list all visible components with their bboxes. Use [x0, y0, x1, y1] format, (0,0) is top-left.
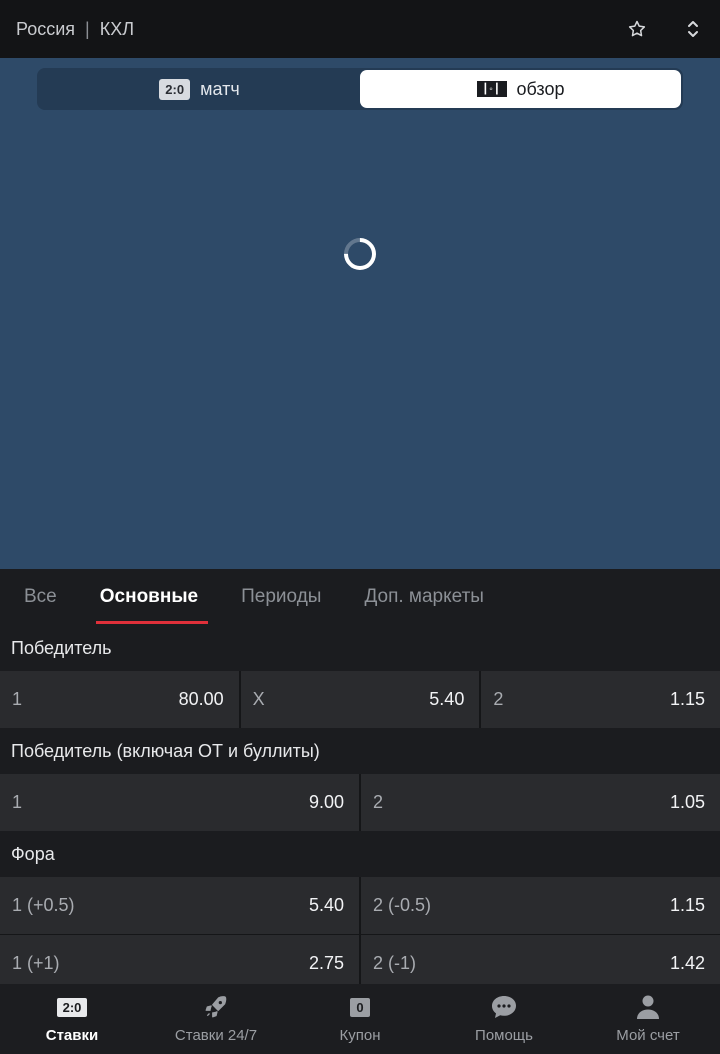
odd-button[interactable]: 1 (+0.5) 5.40 — [0, 877, 359, 934]
star-icon[interactable] — [626, 18, 648, 40]
loading-spinner-icon — [337, 231, 383, 277]
odd-value: 80.00 — [178, 689, 224, 709]
breadcrumb: Россия | КХЛ — [16, 19, 134, 40]
market-title: Победитель (включая ОТ и буллиты) — [0, 728, 720, 774]
odd-button[interactable]: 2 1.15 — [481, 671, 720, 728]
odd-label: 1 — [12, 689, 23, 709]
odd-value: 5.40 — [429, 689, 465, 709]
tab-main[interactable]: Основные — [95, 569, 209, 625]
odds-row: 1 80.00 X 5.40 2 1.15 — [0, 671, 720, 728]
nav-bets-chip: 2:0 — [56, 997, 88, 1017]
markets-list: Победитель 1 80.00 X 5.40 2 1.15 Победит… — [0, 625, 720, 992]
breadcrumb-separator: | — [85, 18, 90, 39]
bottom-navigation: 2:0 Ставки Ставки 24/7 0 Купон Помощь Мо… — [0, 984, 720, 1054]
odd-label: 1 — [12, 792, 23, 812]
score-chip: 2:0 — [159, 78, 191, 100]
market-tabs: Все Основные Периоды Доп. маркеты — [0, 569, 720, 625]
nav-label: Ставки — [45, 1027, 99, 1044]
top-bar: Россия | КХЛ — [0, 0, 720, 58]
nav-label: Мой счет — [616, 1027, 680, 1044]
odd-button[interactable]: 2 1.05 — [361, 774, 720, 831]
match-stage: 2:0 матч ┃◦┃ обзор — [0, 58, 720, 569]
nav-coupon[interactable]: 0 Купон — [288, 984, 432, 1054]
chat-bubble-icon — [490, 994, 518, 1020]
tab-match-label: матч — [200, 78, 240, 99]
odd-button[interactable]: X 5.40 — [240, 671, 480, 728]
odd-value: 1.15 — [669, 895, 705, 915]
tab-all[interactable]: Все — [24, 569, 57, 625]
odd-label: 2 — [493, 689, 504, 709]
odd-label: X — [252, 689, 265, 709]
nav-bets-24-7[interactable]: Ставки 24/7 — [144, 984, 288, 1054]
nav-label: Помощь — [475, 1027, 533, 1044]
market-title: Фора — [0, 831, 720, 877]
tab-extra-markets[interactable]: Доп. маркеты — [364, 569, 484, 625]
market-title: Победитель — [0, 625, 720, 671]
tab-periods[interactable]: Периоды — [241, 569, 321, 625]
rocket-icon — [203, 994, 229, 1020]
tab-overview-label: обзор — [516, 78, 565, 99]
coupon-count-icon: 0 — [350, 994, 370, 1020]
score-icon: 2:0 — [56, 994, 88, 1020]
breadcrumb-league[interactable]: КХЛ — [100, 19, 134, 40]
odd-value: 1.42 — [669, 953, 705, 973]
person-icon — [636, 994, 660, 1020]
nav-bets[interactable]: 2:0 Ставки — [0, 984, 144, 1054]
odd-label: 1 (+0.5) — [12, 895, 75, 915]
odd-button[interactable]: 1 80.00 — [0, 671, 239, 728]
odd-label: 2 (-1) — [373, 953, 417, 973]
view-switcher: 2:0 матч ┃◦┃ обзор — [37, 68, 683, 110]
odd-label: 1 (+1) — [12, 953, 60, 973]
odds-row: 1 (+0.5) 5.40 2 (-0.5) 1.15 — [0, 877, 720, 934]
nav-label: Ставки 24/7 — [174, 1027, 258, 1044]
odd-value: 1.05 — [669, 792, 705, 812]
odd-button[interactable]: 2 (-0.5) 1.15 — [361, 877, 720, 934]
field-icon: ┃◦┃ — [476, 81, 507, 97]
breadcrumb-country[interactable]: Россия — [16, 19, 75, 40]
nav-label: Купон — [339, 1027, 381, 1044]
odd-label: 2 — [373, 792, 384, 812]
odds-row: 1 9.00 2 1.05 — [0, 774, 720, 831]
odd-button[interactable]: 1 9.00 — [0, 774, 359, 831]
coupon-count: 0 — [350, 997, 370, 1017]
nav-account[interactable]: Мой счет — [576, 984, 720, 1054]
tab-overview[interactable]: ┃◦┃ обзор — [360, 70, 681, 108]
expand-collapse-icon[interactable] — [682, 18, 704, 40]
odd-label: 2 (-0.5) — [373, 895, 432, 915]
odd-value: 5.40 — [308, 895, 344, 915]
odd-value: 2.75 — [308, 953, 344, 973]
odd-value: 9.00 — [308, 792, 344, 812]
tab-match[interactable]: 2:0 матч — [39, 70, 360, 108]
nav-help[interactable]: Помощь — [432, 984, 576, 1054]
odd-value: 1.15 — [669, 689, 706, 709]
